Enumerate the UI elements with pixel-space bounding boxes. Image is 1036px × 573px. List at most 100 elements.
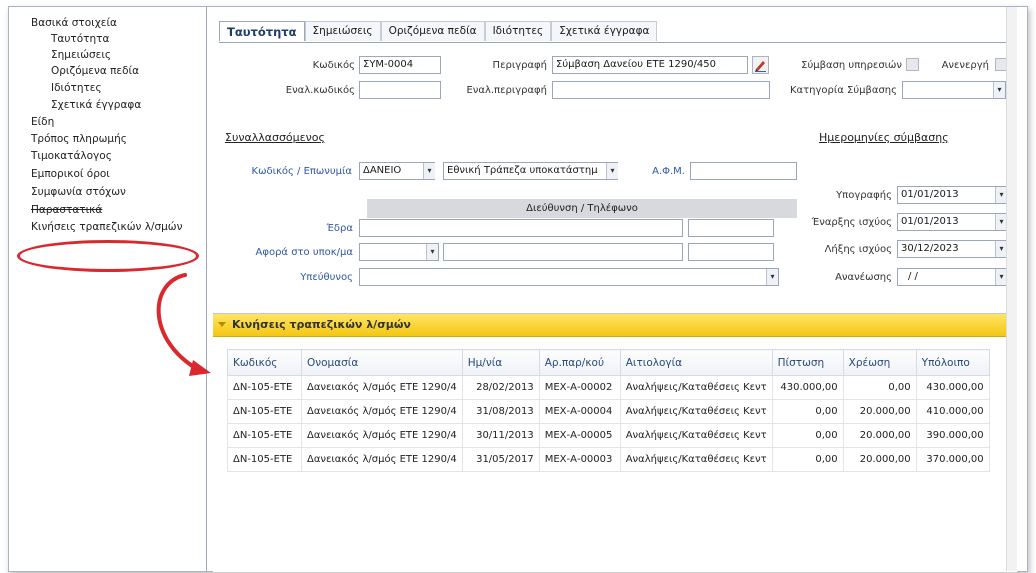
cell-date: 31/08/2013 xyxy=(461,399,540,424)
bank-movements-header[interactable]: Κινήσεις τραπεζικών λ/σμών xyxy=(213,314,1017,337)
chevron-down-icon: ▾ xyxy=(766,269,778,285)
bank-movements-title: Κινήσεις τραπεζικών λ/σμών xyxy=(232,318,411,331)
cell-doc-link[interactable]: ΜΕΧ-Α-00005 xyxy=(538,423,621,448)
tab-properties[interactable]: Ιδιότητες xyxy=(484,21,552,41)
cell-reason: Αναλήψεις/Καταθέσεις Κεντ xyxy=(619,375,773,400)
tab-bar: Ταυτότητα Σημειώσεις Οριζόμενα πεδία Ιδι… xyxy=(219,21,658,41)
cell-date: 30/11/2013 xyxy=(461,423,540,448)
end-date-field[interactable]: 30/12/2023 xyxy=(897,240,1007,258)
col-debit[interactable]: Χρέωση xyxy=(842,349,917,376)
alt-description-label: Εναλ.περιγραφή xyxy=(466,85,547,96)
dates-section-title: Ημερομηνίες σύμβασης xyxy=(819,131,949,144)
description-field[interactable]: Σύμβαση Δανείου ΕΤΕ 1290/450 xyxy=(552,56,748,74)
table-row[interactable]: ΔΝ-105-ΕΤΕ Δανειακός λ/σμός ΕΤΕ 1290/4 3… xyxy=(227,447,990,472)
sidebar-item-payment[interactable]: Τρόπος πληρωμής xyxy=(31,133,127,145)
branch-address-field[interactable] xyxy=(443,243,683,261)
category-label: Κατηγορία Σύμβασης xyxy=(789,85,897,96)
cell-credit: 0,00 xyxy=(771,399,844,424)
cell-reason: Αναλήψεις/Καταθέσεις Κεντ xyxy=(619,399,773,424)
col-reason[interactable]: Αιτιολογία xyxy=(619,349,773,376)
inactive-label: Ανενεργή xyxy=(941,60,989,71)
cell-code: ΔΝ-105-ΕΤΕ xyxy=(227,375,302,400)
afm-label: Α.Φ.Μ. xyxy=(652,166,685,177)
renew-date-field[interactable]: / / xyxy=(897,268,1007,286)
sign-date-field[interactable]: 01/01/2013 xyxy=(897,186,1007,204)
sidebar-item-documents[interactable]: Σχετικά έγγραφα xyxy=(51,99,141,111)
concerns-branch-select[interactable]: ▾ xyxy=(359,243,439,261)
start-date-label: Έναρξης ισχύος xyxy=(811,217,892,228)
collapse-arrow-icon[interactable] xyxy=(218,322,226,327)
col-name[interactable]: Ονομασία xyxy=(301,349,463,376)
seat-phone-field[interactable] xyxy=(688,219,774,237)
sidebar-item-vouchers[interactable]: Παραστατικά xyxy=(31,204,102,216)
cell-credit: 0,00 xyxy=(771,423,844,448)
cell-reason: Αναλήψεις/Καταθέσεις Κεντ xyxy=(619,447,773,472)
sidebar-item-items[interactable]: Είδη xyxy=(31,116,54,128)
service-contract-checkbox[interactable] xyxy=(906,58,919,71)
app-window: Βασικά στοιχεία Ταυτότητα Σημειώσεις Ορι… xyxy=(8,6,1028,572)
counterparty-section-title: Συναλλασσόμενος xyxy=(225,131,325,144)
address-phone-header: Διεύθυνση / Τηλέφωνο xyxy=(367,199,797,218)
responsible-label: Υπεύθυνος xyxy=(300,272,353,283)
service-contract-label: Σύμβαση υπηρεσιών xyxy=(801,60,902,71)
start-date-field[interactable]: 01/01/2013 xyxy=(897,213,1007,231)
col-date[interactable]: Ημ/νία xyxy=(461,349,540,376)
alt-code-field[interactable] xyxy=(359,81,441,99)
col-balance[interactable]: Υπόλοιπο xyxy=(915,349,990,376)
alt-description-field[interactable] xyxy=(552,81,770,99)
highlight-ellipse xyxy=(17,240,199,272)
tab-notes[interactable]: Σημειώσεις xyxy=(304,21,381,41)
cell-reason: Αναλήψεις/Καταθέσεις Κεντ xyxy=(619,423,773,448)
cell-debit: 20.000,00 xyxy=(842,447,917,472)
col-code[interactable]: Κωδικός xyxy=(227,349,302,376)
branch-phone-field[interactable] xyxy=(688,243,774,261)
table-row[interactable]: ΔΝ-105-ΕΤΕ Δανειακός λ/σμός ΕΤΕ 1290/4 2… xyxy=(227,375,990,400)
sign-date-label: Υπογραφής xyxy=(836,190,892,201)
concerns-branch-label: Αφορά στο υποκ/μα xyxy=(255,247,353,258)
tab-identity[interactable]: Ταυτότητα xyxy=(219,21,305,41)
counterparty-name-select[interactable]: Εθνική Τράπεζα υποκατάστημ xyxy=(443,162,618,180)
cell-doc-link[interactable]: ΜΕΧ-Α-00003 xyxy=(538,447,621,472)
table-row[interactable]: ΔΝ-105-ΕΤΕ Δανειακός λ/σμός ΕΤΕ 1290/4 3… xyxy=(227,423,990,448)
sidebar-item-properties[interactable]: Ιδιότητες xyxy=(51,82,102,94)
sidebar-item-notes[interactable]: Σημειώσεις xyxy=(51,49,111,61)
edit-description-button[interactable] xyxy=(752,56,769,74)
sidebar-item-pricelist[interactable]: Τιμοκατάλογος xyxy=(31,150,112,162)
code-label: Κωδικός xyxy=(312,60,355,71)
afm-field[interactable] xyxy=(690,162,797,180)
cell-doc-link[interactable]: ΜΕΧ-Α-00002 xyxy=(538,375,621,400)
seat-address-field[interactable] xyxy=(359,219,683,237)
cell-credit: 0,00 xyxy=(771,447,844,472)
cell-debit: 0,00 xyxy=(842,375,917,400)
alt-code-label: Εναλ.κωδικός xyxy=(285,85,355,96)
cell-debit: 20.000,00 xyxy=(842,399,917,424)
category-select[interactable]: ▾ xyxy=(902,81,1006,99)
cell-balance: 430.000,00 xyxy=(915,375,990,400)
cell-code: ΔΝ-105-ΕΤΕ xyxy=(227,447,302,472)
cell-doc-link[interactable]: ΜΕΧ-Α-00004 xyxy=(538,399,621,424)
grid-body: Κωδικός Ονομασία Ημ/νία Αρ.παρ/κού Αιτιο… xyxy=(213,337,1017,572)
table-row[interactable]: ΔΝ-105-ΕΤΕ Δανειακός λ/σμός ΕΤΕ 1290/4 3… xyxy=(227,399,990,424)
cell-balance: 390.000,00 xyxy=(915,423,990,448)
code-field[interactable]: ΣΥΜ-0004 xyxy=(359,56,441,74)
cell-code: ΔΝ-105-ΕΤΕ xyxy=(227,399,302,424)
sidebar-item-terms[interactable]: Εμπορικοί όροι xyxy=(31,168,110,180)
sidebar-item-bank-movements[interactable]: Κινήσεις τραπεζικών λ/σμών xyxy=(31,221,182,233)
tab-documents[interactable]: Σχετικά έγγραφα xyxy=(551,21,658,41)
chevron-down-icon[interactable]: ▾ xyxy=(423,163,435,179)
sidebar-item-targets[interactable]: Συμφωνία στόχων xyxy=(31,186,126,198)
cell-date: 28/02/2013 xyxy=(461,375,540,400)
sidebar-item-identity[interactable]: Ταυτότητα xyxy=(51,33,109,45)
vertical-scrollbar[interactable] xyxy=(1006,7,1017,571)
sidebar-item-basic[interactable]: Βασικά στοιχεία xyxy=(31,17,117,29)
col-credit[interactable]: Πίστωση xyxy=(771,349,844,376)
col-doc-number[interactable]: Αρ.παρ/κού xyxy=(538,349,621,376)
chevron-down-icon[interactable]: ▾ xyxy=(606,163,618,179)
responsible-select[interactable]: ▾ xyxy=(359,268,779,286)
tab-divider xyxy=(219,42,1009,43)
sidebar-item-custom-fields[interactable]: Οριζόμενα πεδία xyxy=(51,65,139,77)
cell-date: 31/05/2017 xyxy=(461,447,540,472)
bank-movements-panel: Κινήσεις τραπεζικών λ/σμών Κωδικός Ονομα… xyxy=(213,313,1017,572)
tab-custom-fields[interactable]: Οριζόμενα πεδία xyxy=(380,21,485,41)
pointer-arrow xyxy=(156,273,211,376)
